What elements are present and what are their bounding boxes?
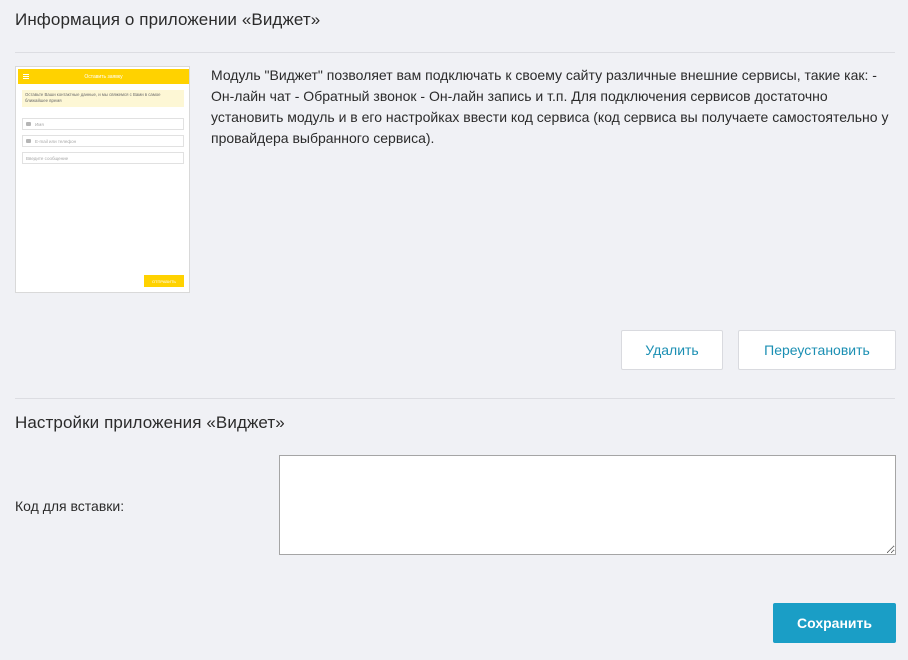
contact-card-icon bbox=[26, 139, 31, 143]
save-button[interactable]: Сохранить bbox=[773, 603, 896, 643]
info-section-title: Информация о приложении «Виджет» bbox=[15, 10, 321, 29]
delete-button[interactable]: Удалить bbox=[621, 330, 723, 370]
code-label: Код для вставки: bbox=[15, 498, 125, 514]
reinstall-button[interactable]: Переустановить bbox=[738, 330, 896, 370]
embed-code-textarea[interactable] bbox=[279, 455, 896, 555]
preview-field-label: Имя bbox=[35, 121, 44, 127]
info-divider bbox=[15, 52, 895, 53]
preview-name-field: Имя bbox=[22, 118, 184, 130]
preview-contact-field: E-mail или телефон bbox=[22, 135, 184, 147]
preview-note: Оставьте Ваши контактные данные, и мы св… bbox=[22, 90, 184, 107]
preview-header: Оставить заявку bbox=[18, 69, 189, 84]
menu-icon bbox=[23, 74, 29, 79]
widget-preview-image: Оставить заявку Оставьте Ваши контактные… bbox=[15, 66, 190, 293]
app-description: Модуль "Виджет" позволяет вам подключать… bbox=[211, 67, 889, 146]
preview-field-label: E-mail или телефон bbox=[35, 138, 77, 144]
settings-divider bbox=[15, 398, 895, 399]
preview-send-button: ОТПРАВИТЬ bbox=[144, 275, 184, 287]
settings-section-title: Настройки приложения «Виджет» bbox=[15, 413, 285, 432]
preview-field-label: Введите сообщение bbox=[26, 155, 69, 161]
preview-message-field: Введите сообщение bbox=[22, 152, 184, 164]
user-icon bbox=[26, 122, 31, 126]
preview-header-title: Оставить заявку bbox=[84, 73, 123, 80]
